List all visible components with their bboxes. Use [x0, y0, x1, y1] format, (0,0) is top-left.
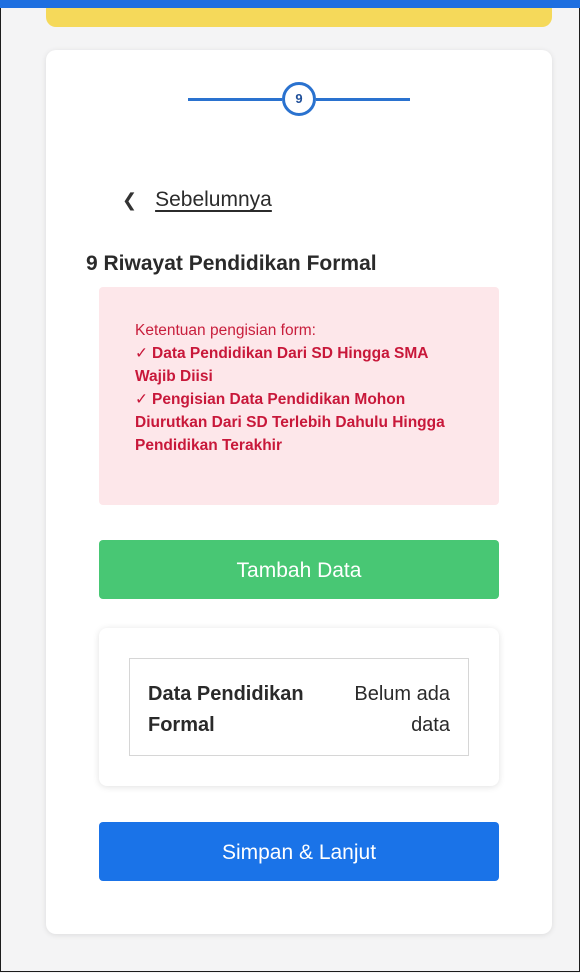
check-icon: ✓	[135, 391, 148, 408]
section-title: 9 Riwayat Pendidikan Formal	[86, 252, 377, 275]
step-line-right	[316, 98, 410, 101]
accent-bar	[46, 8, 552, 27]
notice-heading: Ketentuan pengisian form:	[135, 322, 316, 339]
form-card: 9 ❮ Sebelumnya 9 Riwayat Pendidikan Form…	[46, 50, 552, 934]
add-data-button[interactable]: Tambah Data	[99, 540, 499, 599]
previous-link-label: Sebelumnya	[155, 188, 272, 211]
top-header-strip	[0, 0, 580, 8]
notice-rule: ✓ Pengisian Data Pendidikan Mohon Diurutk…	[135, 388, 465, 457]
chevron-left-icon: ❮	[122, 189, 138, 210]
step-indicator: 9	[188, 82, 410, 116]
data-table-value: Belum ada data	[354, 683, 450, 736]
data-table-key: Data Pendidikan Formal	[148, 683, 304, 736]
notice-rule-text: Data Pendidikan Dari SD Hingga SMA Wajib…	[135, 345, 428, 385]
save-continue-button[interactable]: Simpan & Lanjut	[99, 822, 499, 881]
form-rules-notice: Ketentuan pengisian form: ✓ Data Pendidik…	[99, 287, 499, 505]
step-line-left	[188, 98, 282, 101]
notice-rule: ✓ Data Pendidikan Dari SD Hingga SMA Waji…	[135, 342, 465, 388]
education-data-box: Data Pendidikan Formal Belum ada data	[99, 628, 499, 786]
current-step-badge: 9	[282, 82, 316, 116]
previous-link[interactable]: ❮ Sebelumnya	[122, 188, 272, 212]
education-data-table: Data Pendidikan Formal Belum ada data	[129, 658, 469, 756]
check-icon: ✓	[135, 345, 148, 362]
notice-rule-text: Pengisian Data Pendidikan Mohon Diurutka…	[135, 391, 445, 454]
